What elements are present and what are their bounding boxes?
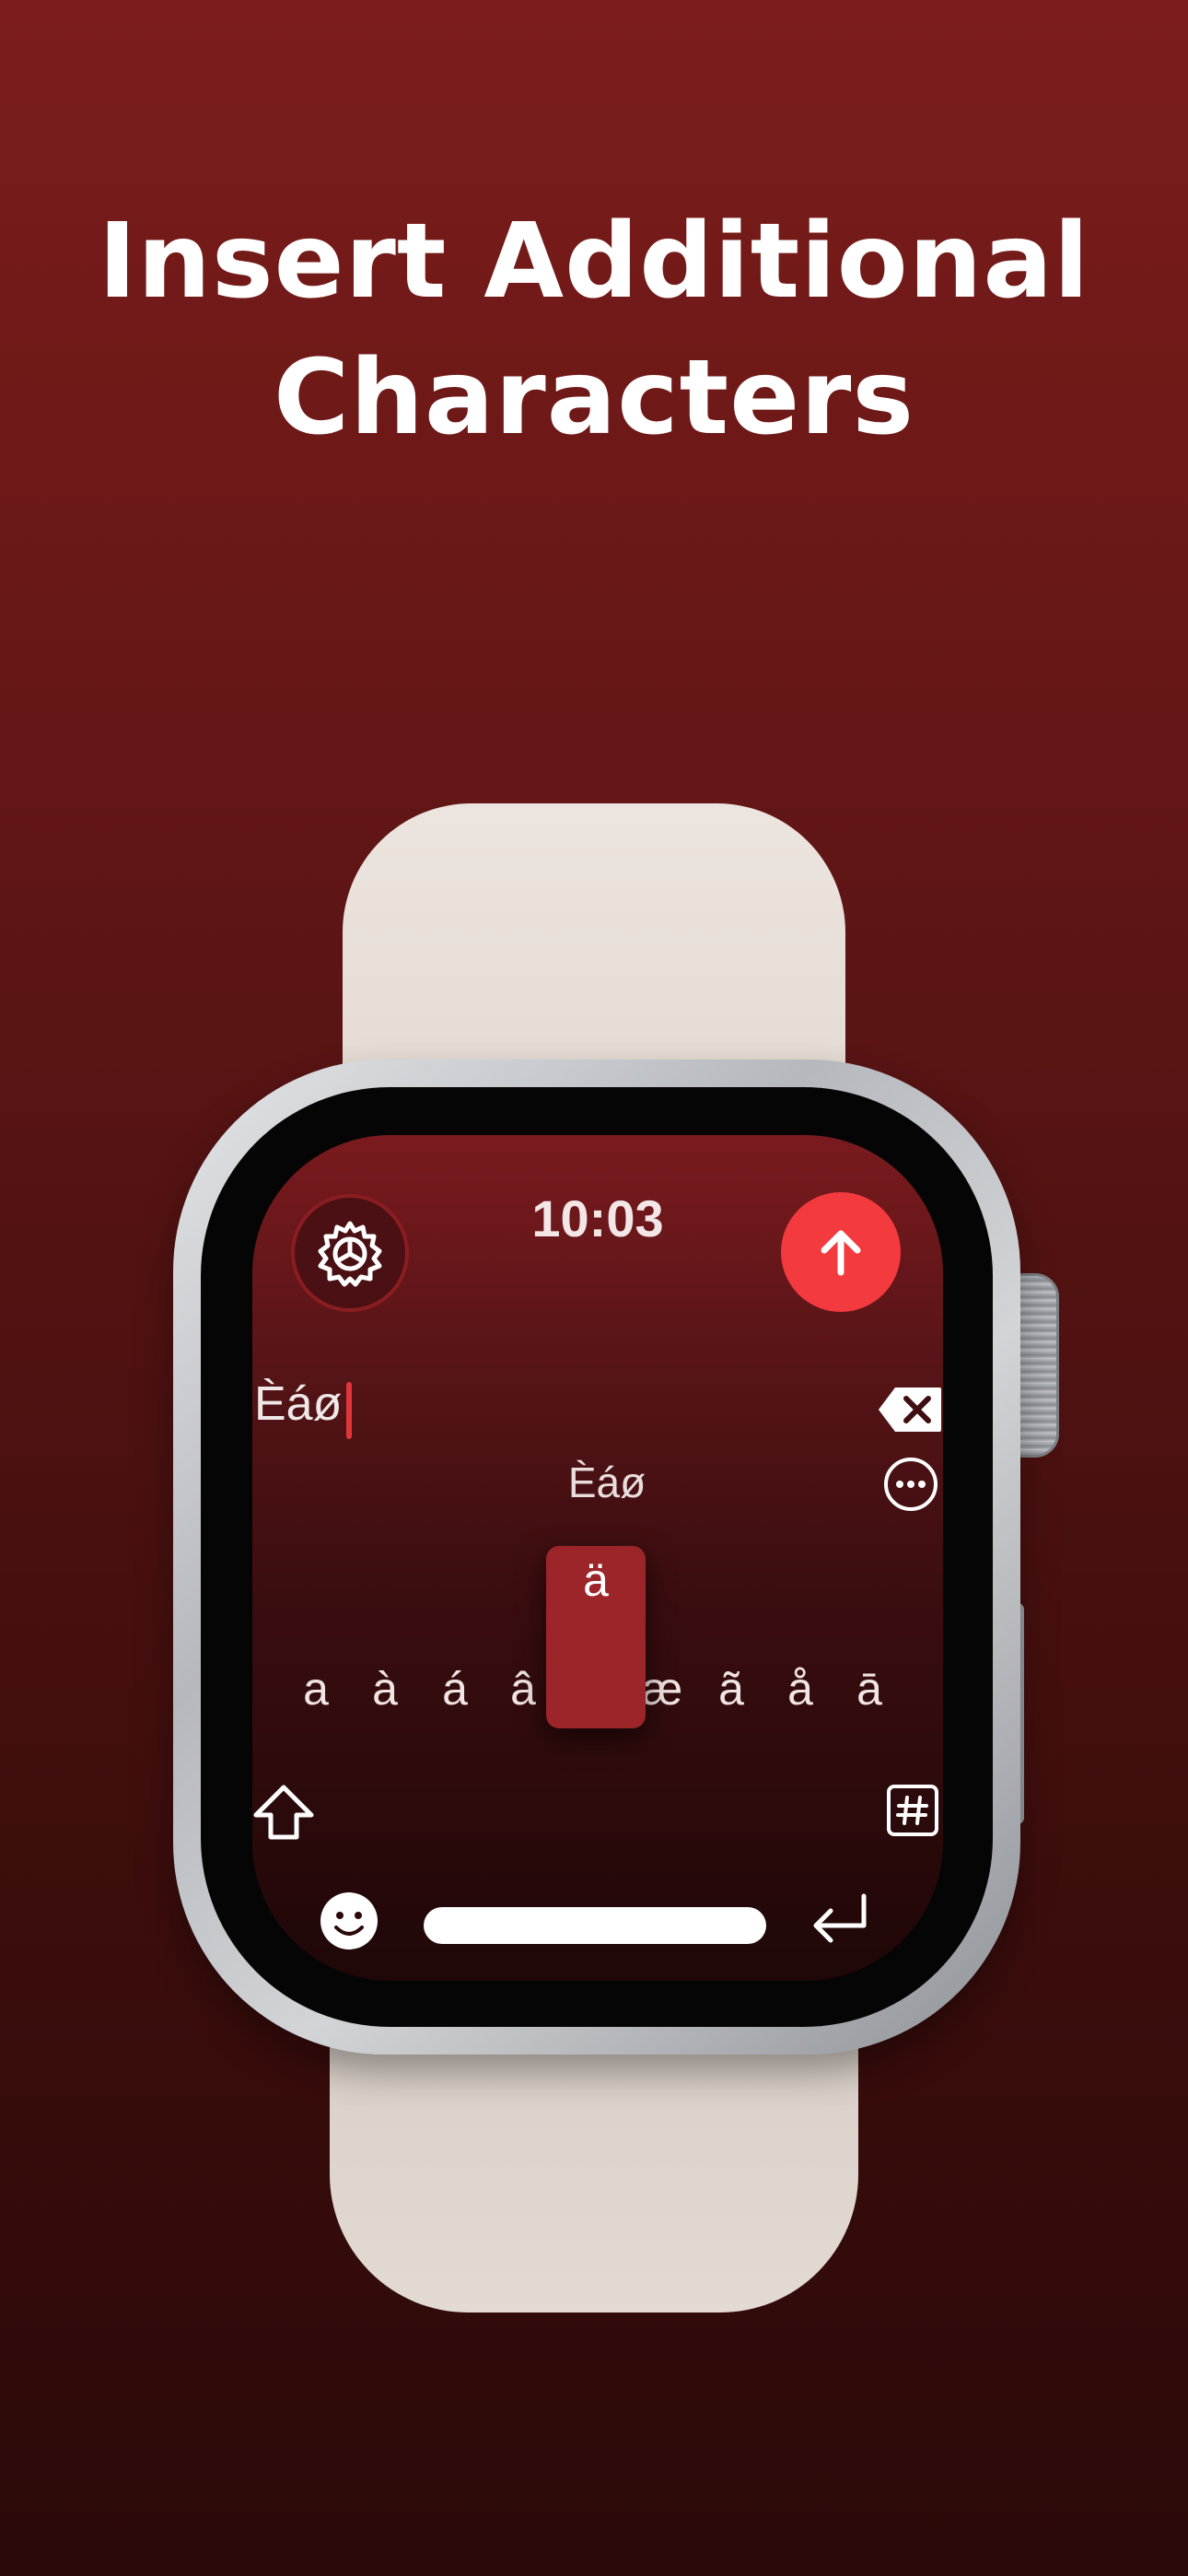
char-key[interactable]: å <box>773 1662 828 1715</box>
headline-line-2: Characters <box>273 338 915 458</box>
backspace-button[interactable] <box>877 1386 943 1434</box>
selected-char-popup[interactable]: ä <box>546 1546 646 1728</box>
return-arrow-icon <box>813 1893 867 1943</box>
headline-line-1: Insert Additional <box>98 202 1090 322</box>
char-key[interactable]: à <box>357 1662 413 1715</box>
shift-button[interactable] <box>252 1780 317 1846</box>
space-bar[interactable] <box>424 1907 766 1944</box>
suggestion-text[interactable]: Èáø <box>252 1458 943 1507</box>
send-button[interactable] <box>781 1192 901 1312</box>
emoji-button[interactable] <box>319 1891 379 1951</box>
shift-arrow-icon <box>253 1785 314 1840</box>
headline: Insert Additional Characters <box>0 193 1188 466</box>
text-input-value[interactable]: Èáø <box>254 1376 342 1432</box>
char-key[interactable]: â <box>495 1662 551 1715</box>
return-button[interactable] <box>807 1889 873 1950</box>
ellipsis-circle-icon <box>884 1458 938 1511</box>
arrow-up-icon <box>821 1230 861 1276</box>
hash-icon <box>887 1785 938 1836</box>
smiley-icon <box>320 1892 378 1950</box>
text-caret <box>346 1382 352 1439</box>
char-key[interactable]: a <box>288 1662 344 1715</box>
char-key[interactable]: á <box>427 1662 483 1715</box>
more-options-button[interactable] <box>882 1456 939 1513</box>
char-key[interactable]: ā <box>842 1662 897 1715</box>
backspace-icon <box>879 1388 941 1432</box>
watch-screen: 10:03 Èáø Èáø a à á â ä æ ã å ā ä <box>252 1135 943 1981</box>
symbols-button[interactable] <box>886 1784 939 1837</box>
char-key[interactable]: ã <box>704 1662 759 1715</box>
